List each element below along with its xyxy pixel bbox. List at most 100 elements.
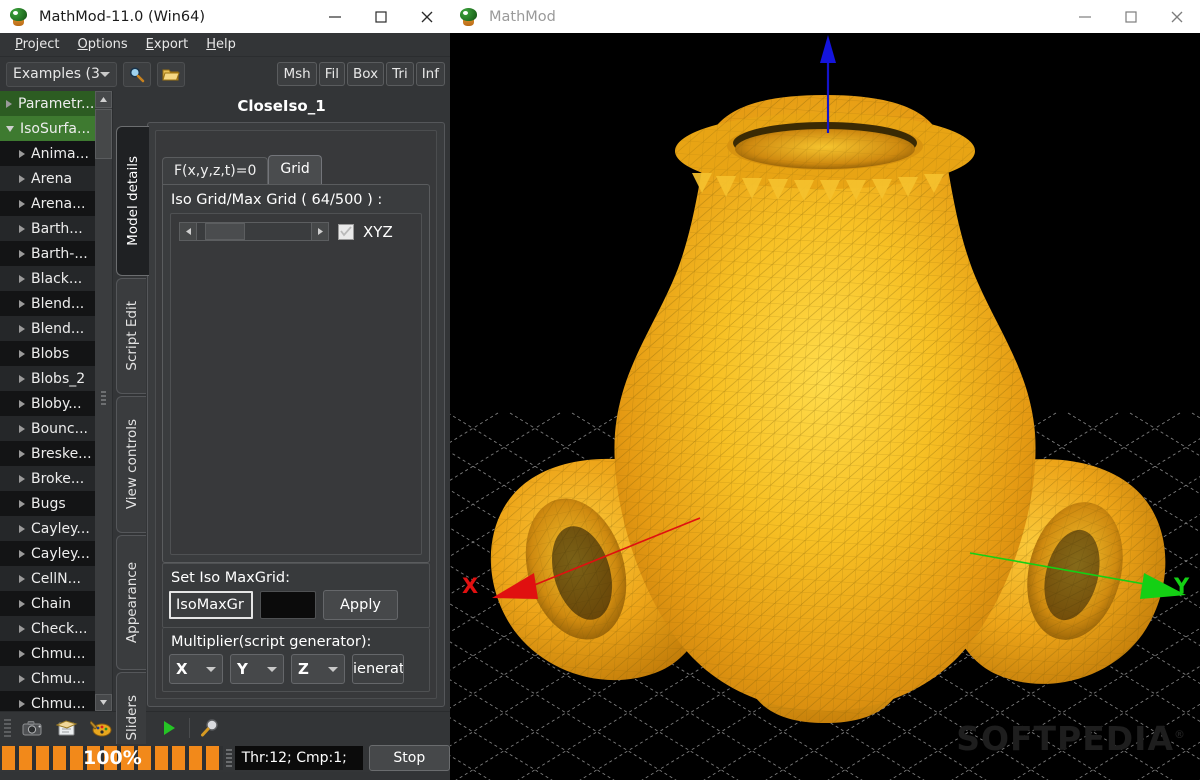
chevron-right-icon[interactable]: [19, 674, 25, 683]
chevron-down-icon[interactable]: [6, 125, 14, 132]
tree-item-label: Barth-...: [31, 245, 88, 262]
window-title: MathMod-11.0 (Win64): [39, 8, 205, 25]
chevron-right-icon[interactable]: [19, 574, 25, 583]
chevron-right-icon[interactable]: [19, 349, 25, 358]
slider-track[interactable]: [197, 222, 311, 241]
chevron-right-icon[interactable]: [19, 399, 25, 408]
search-button[interactable]: [122, 61, 151, 87]
menu-options[interactable]: Options: [69, 35, 137, 54]
chevron-right-icon[interactable]: [19, 299, 25, 308]
tab-view-controls[interactable]: View controls: [116, 396, 146, 533]
softpedia-watermark-text: SOFTPEDIA: [956, 719, 1174, 758]
tree-item-label: Blobs: [31, 345, 70, 362]
chevron-right-icon[interactable]: [19, 174, 25, 183]
tab-function[interactable]: F(x,y,z,t)=0: [162, 157, 269, 185]
tree-scrollbar[interactable]: [95, 91, 112, 711]
scroll-down-arrow-icon[interactable]: [95, 694, 112, 711]
set-iso-maxgrid-label: Set Iso MaxGrid:: [171, 570, 291, 586]
tab-script-edit[interactable]: Script Edit: [116, 278, 146, 394]
mini-button-fil[interactable]: Fil: [318, 62, 346, 86]
model-panel: CloseIso_1 Model details Script Edit Vie…: [113, 91, 450, 764]
multiplier-x-dropdown[interactable]: X: [169, 654, 223, 684]
minimize-button[interactable]: [1062, 0, 1108, 33]
examples-tree[interactable]: Parametr... IsoSurfa... Anima... Arena Arena…: [0, 91, 113, 711]
magnifier-icon: [201, 719, 218, 737]
examples-combo[interactable]: Examples (3: [6, 61, 117, 87]
tab-grid[interactable]: Grid: [268, 155, 322, 185]
camera-button[interactable]: [16, 714, 50, 742]
minimize-button[interactable]: [312, 0, 358, 33]
chevron-right-icon[interactable]: [19, 624, 25, 633]
chevron-right-icon[interactable]: [19, 449, 25, 458]
chevron-right-icon[interactable]: [19, 499, 25, 508]
iso-maxgrid-value-display[interactable]: [260, 591, 316, 619]
mini-button-box[interactable]: Box: [347, 62, 385, 86]
iso-grid-field: XYZ: [170, 213, 422, 555]
open-file-button[interactable]: [156, 61, 185, 87]
apply-button[interactable]: Apply: [323, 590, 398, 620]
run-button[interactable]: [152, 714, 186, 742]
chevron-right-icon[interactable]: [19, 524, 25, 533]
top-toolbar: Examples (3 Msh Fil Box Tri Inf: [0, 57, 450, 91]
menu-export[interactable]: Export: [137, 35, 198, 54]
right-titlebar: MathMod: [450, 0, 1200, 33]
tab-model-details-label: Model details: [125, 156, 141, 246]
chevron-right-icon[interactable]: [19, 549, 25, 558]
chevron-right-icon[interactable]: [19, 474, 25, 483]
tree-item-label: Breske...: [31, 445, 92, 462]
tab-sliders-label: Sliders: [123, 695, 140, 741]
iso-grid-slider[interactable]: [179, 222, 329, 241]
chevron-right-icon[interactable]: [19, 249, 25, 258]
window-controls: [312, 0, 450, 33]
mini-button-tri[interactable]: Tri: [386, 62, 414, 86]
tree-item-label: Bounc...: [31, 420, 88, 437]
chevron-right-icon[interactable]: [19, 324, 25, 333]
camera-icon: [22, 720, 42, 735]
multiplier-z-dropdown[interactable]: Z: [291, 654, 345, 684]
stop-button[interactable]: Stop: [368, 745, 450, 771]
mathmod-logo-icon: [459, 7, 479, 27]
notes-button[interactable]: [50, 714, 84, 742]
tree-item-label: Chmu...: [31, 645, 86, 662]
tab-appearance[interactable]: Appearance: [116, 535, 146, 670]
toolbar-grip[interactable]: [4, 719, 11, 737]
palette-button[interactable]: [84, 714, 118, 742]
scroll-up-arrow-icon[interactable]: [95, 91, 112, 108]
chevron-right-icon[interactable]: [19, 424, 25, 433]
close-button[interactable]: [404, 0, 450, 33]
tree-scrollbar-thumb[interactable]: [95, 109, 112, 159]
xyz-checkbox[interactable]: [338, 223, 354, 240]
mini-button-msh[interactable]: Msh: [277, 62, 317, 86]
chevron-right-icon[interactable]: [19, 599, 25, 608]
tree-item-label: Chmu...: [31, 670, 86, 687]
3d-viewport[interactable]: X Y SOFTPEDIA®: [450, 33, 1200, 780]
examples-combo-value: Examples (3: [13, 66, 100, 82]
mini-button-inf[interactable]: Inf: [415, 62, 445, 86]
tree-item-label: Parametr...: [18, 95, 95, 112]
zoom-button[interactable]: [193, 714, 227, 742]
chevron-right-icon[interactable]: [19, 149, 25, 158]
panel-body: Model details Script Edit View controls …: [113, 122, 450, 764]
slider-left-arrow-icon[interactable]: [179, 222, 197, 241]
tab-model-details[interactable]: Model details: [116, 126, 149, 276]
close-button[interactable]: [1154, 0, 1200, 33]
chevron-right-icon[interactable]: [19, 224, 25, 233]
multiplier-y-dropdown[interactable]: Y: [230, 654, 284, 684]
slider-right-arrow-icon[interactable]: [311, 222, 329, 241]
chevron-right-icon[interactable]: [19, 649, 25, 658]
chevron-right-icon[interactable]: [19, 374, 25, 383]
mathmod-render-window: MathMod X Y SOFTPEDIA®: [450, 0, 1200, 780]
chevron-down-icon: [328, 666, 338, 672]
chevron-right-icon[interactable]: [19, 199, 25, 208]
maximize-button[interactable]: [1108, 0, 1154, 33]
generate-button[interactable]: ienerat: [352, 654, 404, 684]
mathmod-main-window: MathMod-11.0 (Win64) Project Options Exp…: [0, 0, 450, 780]
menu-project[interactable]: Project: [6, 35, 69, 54]
chevron-right-icon[interactable]: [19, 274, 25, 283]
slider-thumb[interactable]: [205, 223, 245, 240]
iso-maxgrid-input[interactable]: IsoMaxGr: [169, 591, 253, 619]
menu-help[interactable]: Help: [197, 35, 245, 54]
chevron-right-icon[interactable]: [19, 699, 25, 708]
chevron-right-icon[interactable]: [6, 99, 12, 108]
maximize-button[interactable]: [358, 0, 404, 33]
